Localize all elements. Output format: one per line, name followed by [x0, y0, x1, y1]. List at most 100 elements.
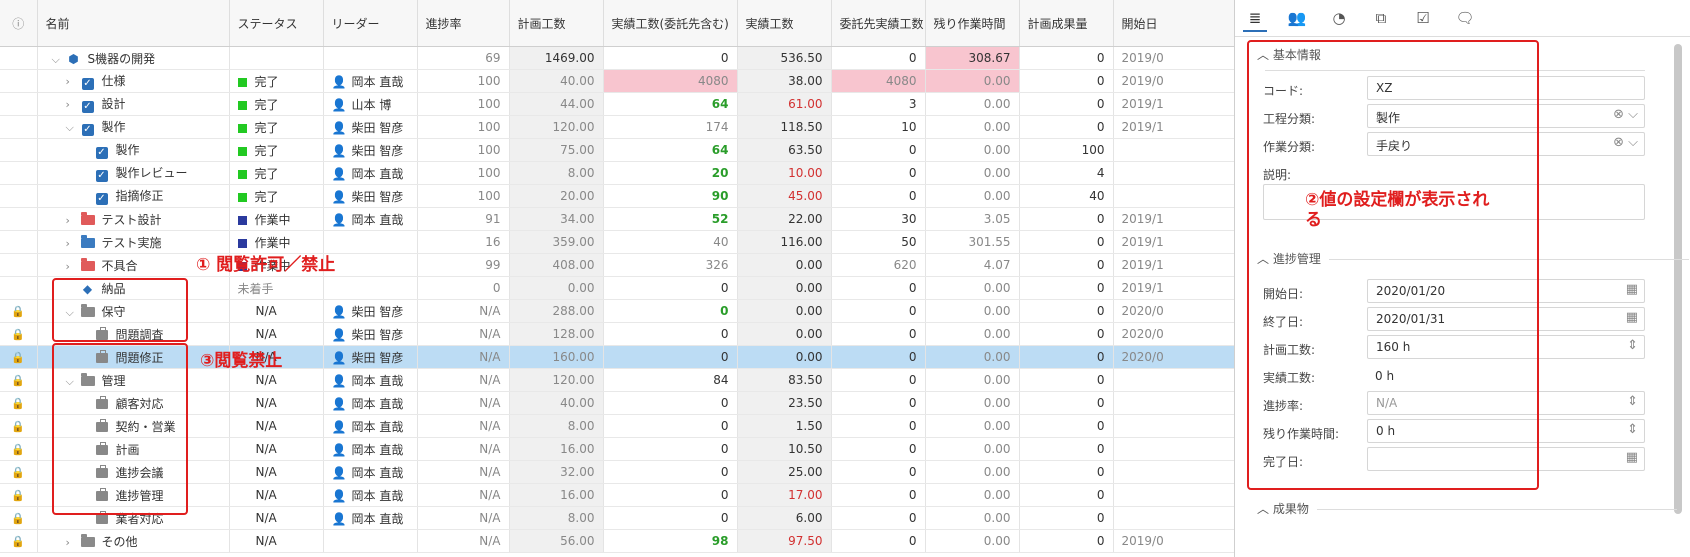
- column-header[interactable]: 実績工数: [737, 0, 832, 47]
- remaining-cell: 301.55: [925, 230, 1020, 254]
- expand-chevron-icon[interactable]: ›: [66, 98, 80, 111]
- name-cell[interactable]: ✓ 製作レビュー: [37, 161, 230, 185]
- column-header[interactable]: 開始日: [1113, 0, 1234, 47]
- lock-cell[interactable]: 🔒: [0, 322, 38, 346]
- lock-cell[interactable]: [0, 46, 38, 70]
- expand-chevron-icon[interactable]: ⌵: [66, 121, 80, 135]
- lock-cell[interactable]: [0, 207, 38, 231]
- lock-icon[interactable]: 🔒: [11, 466, 25, 479]
- lock-icon[interactable]: 🔒: [11, 351, 25, 364]
- table-row[interactable]: 🔒 › その他 N/A N/A 56.00 98 97.50 0 0.00 0 2019/0: [0, 529, 1234, 553]
- lock-cell[interactable]: 🔒: [0, 483, 38, 507]
- name-cell[interactable]: › テスト設計: [37, 207, 230, 231]
- name-cell[interactable]: ⌵ ✓ 製作: [37, 115, 230, 139]
- comments-icon[interactable]: 🗨: [1453, 6, 1477, 30]
- expand-chevron-icon[interactable]: ›: [66, 536, 80, 549]
- column-header[interactable]: 名前: [37, 0, 230, 47]
- lock-cell[interactable]: [0, 184, 38, 208]
- checklist-icon[interactable]: ☑: [1411, 6, 1435, 30]
- column-header[interactable]: 残り作業時間: [925, 0, 1020, 47]
- annotation-box-view-permission: [52, 278, 188, 342]
- info-icon-header[interactable]: ⓘ: [0, 0, 38, 47]
- info-icon: ⓘ: [12, 16, 25, 31]
- plan-hours-cell: 408.00: [509, 253, 604, 277]
- progress-icon[interactable]: ◔: [1327, 6, 1351, 30]
- lock-cell[interactable]: 🔒: [0, 437, 38, 461]
- lock-cell[interactable]: 🔒: [0, 345, 38, 369]
- lock-icon[interactable]: 🔒: [11, 374, 25, 387]
- output-cell: 0: [1019, 322, 1114, 346]
- expand-chevron-icon[interactable]: ›: [66, 260, 80, 273]
- lock-cell[interactable]: [0, 276, 38, 300]
- table-row[interactable]: ✓ 製作レビュー 完了 👤 岡本 直哉 100 8.00 20 10.00 0 0.00 4: [0, 161, 1234, 185]
- lock-cell[interactable]: [0, 161, 38, 185]
- lock-cell[interactable]: 🔒: [0, 391, 38, 415]
- lock-icon[interactable]: 🔒: [11, 535, 25, 548]
- lock-cell[interactable]: 🔒: [0, 506, 38, 530]
- name-cell[interactable]: ⌵ ⬢ S機器の開発: [37, 46, 230, 70]
- status-square-icon: [237, 123, 247, 133]
- lock-icon[interactable]: 🔒: [11, 420, 25, 433]
- list-icon[interactable]: ≣: [1243, 6, 1267, 32]
- expand-chevron-icon[interactable]: ›: [66, 214, 80, 227]
- table-row[interactable]: › ✓ 仕様 完了 👤 岡本 直哉 100 40.00 4080 38.00 4080 0.00 0 20…: [0, 69, 1234, 93]
- table-row[interactable]: › テスト実施 作業中 16 359.00 40 116.00 50 301.55 0 2019/1: [0, 230, 1234, 254]
- column-header[interactable]: 実績工数(委託先含む): [603, 0, 738, 47]
- folder-icon: [80, 211, 95, 225]
- output-cell: 0: [1019, 483, 1114, 507]
- column-header[interactable]: 委託先実績工数: [831, 0, 926, 47]
- lock-cell[interactable]: 🔒: [0, 368, 38, 392]
- column-header[interactable]: リーダー: [323, 0, 418, 47]
- lock-icon[interactable]: 🔒: [11, 397, 25, 410]
- folder-icon: [80, 533, 95, 547]
- lock-cell[interactable]: 🔒: [0, 414, 38, 438]
- name-cell[interactable]: ✓ 指摘修正: [37, 184, 230, 208]
- name-cell[interactable]: › その他: [37, 529, 230, 553]
- expand-chevron-icon[interactable]: ›: [66, 237, 80, 250]
- lock-cell[interactable]: [0, 253, 38, 277]
- table-row[interactable]: › テスト設計 作業中 👤 岡本 直哉 91 34.00 52 22.00 30 3.05 0 2019…: [0, 207, 1234, 231]
- lock-icon[interactable]: 🔒: [11, 328, 25, 341]
- lock-cell[interactable]: [0, 138, 38, 162]
- lock-cell[interactable]: [0, 92, 38, 116]
- lock-cell[interactable]: [0, 230, 38, 254]
- column-header[interactable]: 進捗率: [417, 0, 510, 47]
- column-header[interactable]: 計画成果量: [1019, 0, 1114, 47]
- name-cell[interactable]: › ✓ 設計: [37, 92, 230, 116]
- users-icon[interactable]: 👥: [1285, 6, 1309, 30]
- section-output[interactable]: ︿ 成果物: [1257, 500, 1677, 517]
- expand-chevron-icon[interactable]: ›: [66, 75, 80, 88]
- expand-chevron-icon[interactable]: ⌵: [52, 53, 66, 67]
- lock-cell[interactable]: 🔒: [0, 299, 38, 323]
- table-row[interactable]: ⌵ ✓ 製作 完了 👤 柴田 智彦 100 120.00 174 118.50 10 0.00 0 201…: [0, 115, 1234, 139]
- status-square-icon: [237, 77, 247, 87]
- lock-icon[interactable]: 🔒: [11, 305, 25, 318]
- lock-icon[interactable]: 🔒: [11, 512, 25, 525]
- leader-cell: 👤 柴田 智彦: [323, 184, 418, 208]
- stepper-icon: ⇕: [1627, 338, 1638, 353]
- lock-icon[interactable]: 🔒: [11, 443, 25, 456]
- user-icon: 👤: [331, 396, 347, 411]
- panel-scrollbar[interactable]: [1674, 44, 1682, 514]
- name-cell[interactable]: ✓ 製作: [37, 138, 230, 162]
- name-cell[interactable]: › ✓ 仕様: [37, 69, 230, 93]
- lock-icon[interactable]: 🔒: [11, 489, 25, 502]
- output-cell: 0: [1019, 529, 1114, 553]
- lock-cell[interactable]: 🔒: [0, 529, 38, 553]
- actual-hours-cell: 63.50: [737, 138, 832, 162]
- column-header[interactable]: 計画工数: [509, 0, 604, 47]
- table-row[interactable]: › ✓ 設計 完了 👤 山本 博 100 44.00 64 61.00 3 0.00 0 2019/1: [0, 92, 1234, 116]
- table-row[interactable]: ⌵ ⬢ S機器の開発 69 1469.00 0 536.50 0 308.67 0 2019/0: [0, 46, 1234, 70]
- copy-icon[interactable]: ⧉: [1369, 6, 1393, 30]
- table-row[interactable]: › 不具合 作業中 99 408.00 326 0.00 620 4.07 0 2019/1: [0, 253, 1234, 277]
- column-header[interactable]: ステータス: [229, 0, 324, 47]
- lock-cell[interactable]: [0, 115, 38, 139]
- status-square-icon: [237, 100, 247, 110]
- remaining-cell: 0.00: [925, 506, 1020, 530]
- lock-cell[interactable]: 🔒: [0, 460, 38, 484]
- lock-cell[interactable]: [0, 69, 38, 93]
- table-row[interactable]: ✓ 製作 完了 👤 柴田 智彦 100 75.00 64 63.50 0 0.00 100: [0, 138, 1234, 162]
- leader-cell: [323, 529, 418, 553]
- progress-cell: N/A: [417, 414, 510, 438]
- table-row[interactable]: ✓ 指摘修正 完了 👤 柴田 智彦 100 20.00 90 45.00 0 0.00 40: [0, 184, 1234, 208]
